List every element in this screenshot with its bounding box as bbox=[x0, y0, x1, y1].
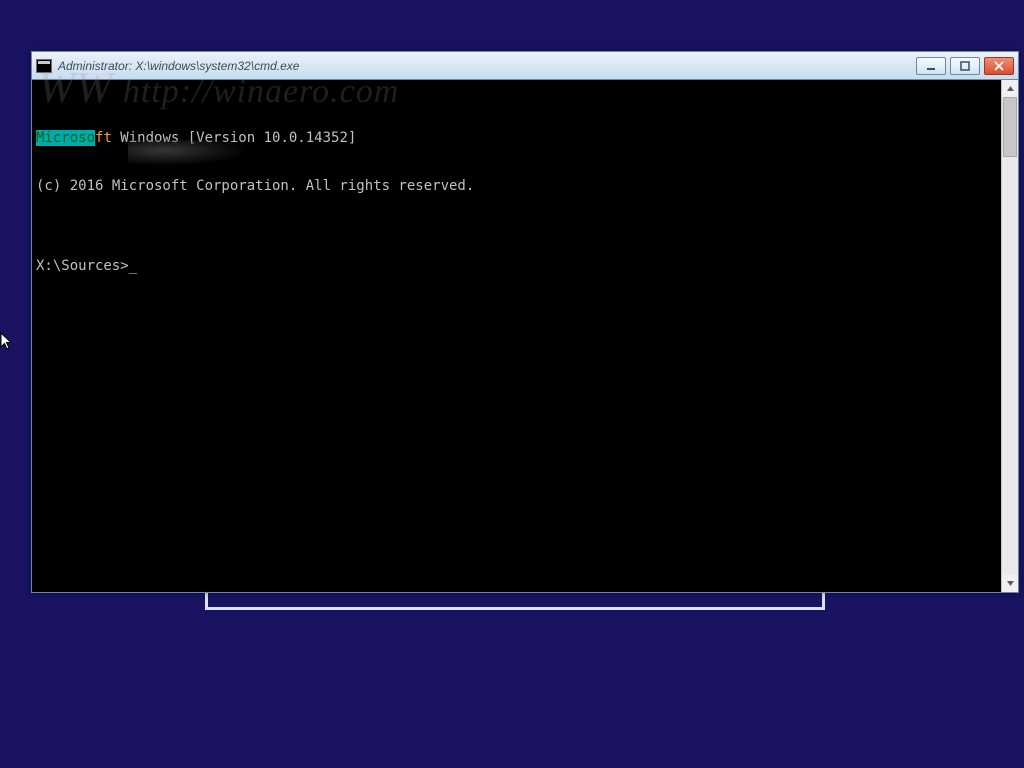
vertical-scrollbar[interactable] bbox=[1001, 80, 1018, 592]
console-line: Microsoft Windows [Version 10.0.14352] bbox=[36, 130, 997, 146]
chevron-down-icon bbox=[1006, 580, 1015, 587]
watermark-text: WW http://winaero.com bbox=[38, 80, 399, 100]
close-icon bbox=[993, 61, 1005, 71]
scrollbar-track[interactable] bbox=[1002, 97, 1018, 575]
chevron-up-icon bbox=[1006, 85, 1015, 92]
console-prompt: X:\Sources>_ bbox=[36, 258, 997, 274]
prompt-text: X:\Sources> bbox=[36, 258, 129, 274]
console-text-segment: Windows [Version 10.0.14352] bbox=[112, 130, 356, 146]
console-line: (c) 2016 Microsoft Corporation. All righ… bbox=[36, 178, 997, 194]
console-text-segment: ft bbox=[95, 130, 112, 146]
scroll-down-button[interactable] bbox=[1002, 575, 1018, 592]
maximize-button[interactable] bbox=[950, 57, 980, 75]
console-text-highlight: Microso bbox=[36, 130, 95, 146]
scrollbar-thumb[interactable] bbox=[1003, 97, 1017, 157]
titlebar[interactable]: Administrator: X:\windows\system32\cmd.e… bbox=[32, 52, 1018, 80]
console-output[interactable]: WW http://winaero.com Microsoft Windows … bbox=[32, 80, 1001, 592]
cmd-window[interactable]: Administrator: X:\windows\system32\cmd.e… bbox=[31, 51, 1019, 593]
window-controls bbox=[916, 57, 1014, 75]
window-title: Administrator: X:\windows\system32\cmd.e… bbox=[58, 59, 299, 73]
mouse-cursor bbox=[0, 332, 16, 352]
close-button[interactable] bbox=[984, 57, 1014, 75]
cmd-icon bbox=[36, 59, 52, 73]
minimize-icon bbox=[925, 61, 937, 71]
minimize-button[interactable] bbox=[916, 57, 946, 75]
scroll-up-button[interactable] bbox=[1002, 80, 1018, 97]
text-cursor: _ bbox=[129, 258, 137, 274]
window-client-area: WW http://winaero.com Microsoft Windows … bbox=[32, 80, 1018, 592]
maximize-icon bbox=[959, 61, 971, 71]
